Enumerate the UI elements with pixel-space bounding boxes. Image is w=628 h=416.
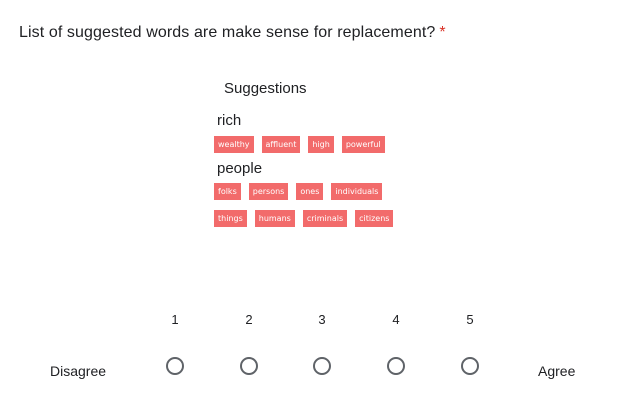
scale-radio-5[interactable] [461, 357, 479, 375]
suggestion-chip: powerful [341, 136, 385, 153]
scale-number-2: 2 [245, 312, 253, 327]
suggestion-chip: citizens [355, 210, 394, 227]
suggestion-chip: humans [254, 210, 295, 227]
scale-radio-3[interactable] [313, 357, 331, 375]
question-title: List of suggested words are make sense f… [19, 24, 446, 42]
suggestion-chip: things [214, 210, 247, 227]
required-asterisk: * [439, 24, 446, 41]
suggestion-chip-row: things humans criminals citizens [214, 210, 394, 227]
suggestion-chip: wealthy [214, 136, 254, 153]
suggestion-chip: high [308, 136, 334, 153]
scale-number-3: 3 [318, 312, 326, 327]
scale-radio-4[interactable] [387, 357, 405, 375]
suggestion-chip-row: folks persons ones individuals [214, 183, 383, 200]
suggestion-chip: folks [214, 183, 241, 200]
scale-number-4: 4 [392, 312, 400, 327]
suggestion-word: rich [217, 112, 242, 129]
suggestion-chip: affluent [261, 136, 301, 153]
scale-high-label: Agree [538, 363, 576, 379]
suggestion-word: people [217, 160, 263, 177]
scale-radio-2[interactable] [240, 357, 258, 375]
suggestions-title: Suggestions [224, 80, 307, 97]
scale-low-label: Disagree [50, 363, 107, 379]
suggestion-chip: ones [296, 183, 324, 200]
suggestion-chip: persons [248, 183, 289, 200]
scale-radio-1[interactable] [166, 357, 184, 375]
scale-number-5: 5 [466, 312, 474, 327]
suggestion-chip-row: wealthy affluent high powerful [214, 136, 385, 153]
suggestion-chip: criminals [302, 210, 348, 227]
scale-number-1: 1 [171, 312, 179, 327]
question-text: List of suggested words are make sense f… [19, 24, 436, 41]
suggestion-chip: individuals [331, 183, 383, 200]
